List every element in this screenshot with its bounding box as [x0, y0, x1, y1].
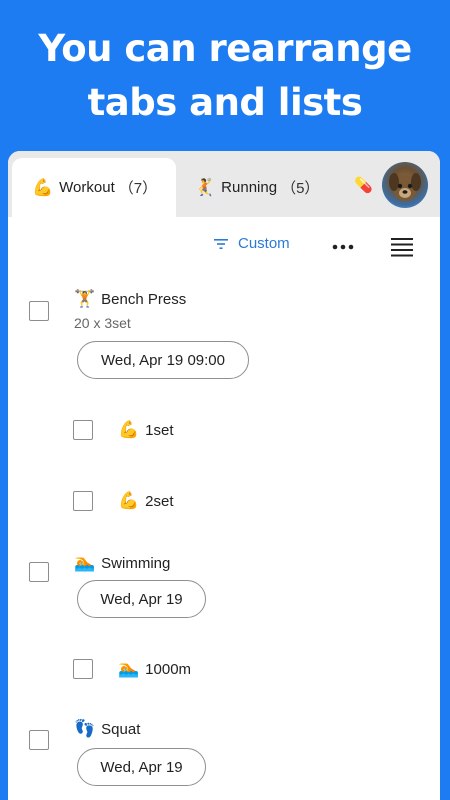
tab-count: （7）: [118, 180, 158, 197]
headline-line-2: tabs and lists: [87, 81, 363, 124]
sort-custom-button[interactable]: Custom: [214, 235, 290, 252]
filter-lines-icon: [214, 238, 228, 249]
item-checkbox[interactable]: [29, 730, 49, 750]
item-title[interactable]: 💪 2set: [118, 491, 174, 511]
swimmer-icon: 🏊: [74, 553, 96, 572]
item-title[interactable]: 🏊 Swimming: [74, 553, 170, 573]
item-title-text: 1set: [145, 421, 174, 439]
date-chip[interactable]: Wed, Apr 19 09:00: [77, 341, 249, 379]
list-item: 🏊 Swimming Wed, Apr 19: [8, 545, 440, 625]
flexed-biceps-icon: 💪: [118, 420, 140, 439]
item-title-text: Squat: [101, 720, 141, 738]
swimmer-icon: 🏊: [118, 659, 140, 678]
tab-workout[interactable]: 💪 Workout （7）: [12, 158, 176, 217]
date-chip[interactable]: Wed, Apr 19: [77, 580, 206, 618]
item-checkbox[interactable]: [73, 491, 93, 511]
list-toolbar: Custom: [8, 231, 440, 263]
tab-label: Running: [221, 179, 278, 196]
list-item: 💪 2set: [8, 483, 440, 517]
tab-count: （5）: [281, 180, 320, 197]
promo-headline: You can rearrange tabs and lists: [0, 22, 450, 130]
item-checkbox[interactable]: [73, 420, 93, 440]
item-title-text: 2set: [145, 492, 174, 510]
more-dots-icon: [332, 244, 354, 250]
item-title-text: 1000m: [145, 660, 192, 678]
item-title-text: Swimming: [101, 554, 171, 572]
flexed-biceps-icon: 💪: [32, 177, 54, 197]
list-item: 👣 Squat Wed, Apr 19: [8, 713, 440, 793]
list-menu-icon: [391, 238, 413, 257]
dog-avatar-icon[interactable]: [382, 162, 428, 208]
item-checkbox[interactable]: [73, 659, 93, 679]
pill-tab-icon[interactable]: 💊: [354, 176, 373, 194]
list-menu-button[interactable]: [389, 235, 415, 259]
item-checkbox[interactable]: [29, 562, 49, 582]
date-chip[interactable]: Wed, Apr 19: [77, 748, 206, 786]
item-title[interactable]: 💪 1set: [118, 420, 174, 440]
item-title-text: Bench Press: [101, 290, 187, 308]
item-subtitle: 20 x 3set: [74, 315, 131, 331]
list-item: 🏋 Bench Press 20 x 3set Wed, Apr 19 09:0…: [8, 281, 440, 391]
tab-label: Workout: [59, 179, 115, 196]
person-running-icon: 🤾: [194, 177, 216, 197]
tab-running[interactable]: 🤾 Running （5）: [188, 158, 338, 217]
list-item: 🏊 1000m: [8, 651, 440, 685]
item-title[interactable]: 🏊 1000m: [118, 659, 191, 679]
list-item: 💪 1set: [8, 413, 440, 447]
item-title[interactable]: 👣 Squat: [74, 719, 140, 739]
app-screen: 💪 Workout （7） 🤾 Running （5） 💊 Custom 🏋 B…: [8, 151, 440, 800]
sort-label: Custom: [238, 235, 290, 252]
item-title[interactable]: 🏋 Bench Press: [74, 289, 186, 309]
footprints-icon: 👣: [74, 719, 96, 738]
headline-line-1: You can rearrange: [38, 27, 412, 70]
more-button[interactable]: [330, 237, 356, 257]
tab-bar: 💪 Workout （7） 🤾 Running （5） 💊: [8, 151, 440, 217]
weightlifter-icon: 🏋: [74, 289, 96, 308]
item-checkbox[interactable]: [29, 301, 49, 321]
flexed-biceps-icon: 💪: [118, 491, 140, 510]
